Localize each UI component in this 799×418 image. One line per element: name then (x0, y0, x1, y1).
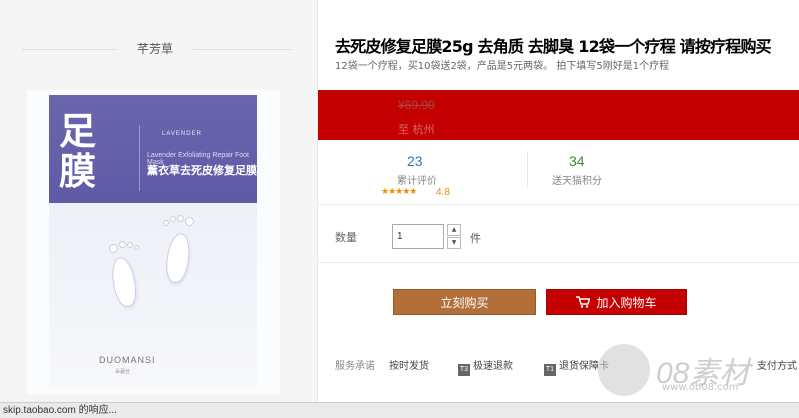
product-title: 去死皮修复足膜25g 去角质 去脚臭 12袋一个疗程 请按疗程购买 (335, 37, 772, 56)
toe-icon (185, 217, 194, 226)
review-label: 累计评价 (397, 176, 437, 187)
store-name[interactable]: 芊芳草 (117, 40, 193, 57)
toe-icon (109, 244, 118, 253)
toe-icon (127, 242, 133, 248)
rating-value: 4.8 (436, 187, 450, 198)
toe-icon (119, 241, 126, 248)
quantity-label: 数量 (335, 231, 357, 244)
package-brand: DUOMANSI (99, 355, 156, 365)
package-brand-cn: 朵蔓丝 (115, 369, 131, 375)
watermark-circle-icon (598, 344, 650, 396)
quantity-decrease-button[interactable]: ▼ (447, 237, 461, 249)
service-on-time-shipping[interactable]: 按时发货 (389, 357, 429, 372)
quantity-unit: 件 (470, 232, 481, 245)
store-name-divider-right (193, 49, 291, 50)
toe-icon (177, 215, 184, 222)
package-header: 足膜 LAVENDER Lavender Exfoliating Repair … (49, 95, 257, 203)
points-label: 送天猫积分 (552, 176, 602, 187)
toe-icon (170, 216, 176, 222)
cart-icon (576, 296, 591, 308)
section-divider (318, 262, 799, 263)
quantity-increase-button[interactable]: ▲ (447, 224, 461, 236)
t1-badge-icon: T1 (544, 364, 556, 376)
footprint-icon (163, 231, 193, 285)
points-count: 34 (569, 153, 585, 169)
add-to-cart-label: 加入购物车 (596, 296, 657, 310)
stats-divider (527, 151, 528, 187)
quantity-input[interactable] (392, 224, 444, 249)
product-subtitle: 12袋一个疗程，买10袋送2袋，产品是5元两袋。 拍下填写5刚好是1个疗程 (335, 61, 670, 72)
add-to-cart-button[interactable]: 加入购物车 (546, 289, 687, 315)
service-label: 服务承诺 (335, 361, 375, 372)
service-fast-refund[interactable]: T3 极速退款 (458, 357, 513, 376)
product-image[interactable]: 足膜 LAVENDER Lavender Exfoliating Repair … (27, 90, 280, 394)
package-footprint-area: DUOMANSI 朵蔓丝 (49, 203, 257, 389)
toe-icon (134, 245, 139, 250)
buy-now-button[interactable]: 立刻购买 (393, 289, 536, 315)
service-item-label: 按时发货 (389, 361, 429, 372)
watermark-logo: 08素材 www.ob08.com (596, 340, 796, 402)
t3-badge-icon: T3 (458, 364, 470, 376)
store-panel: 芊芳草 足膜 LAVENDER Lavender Exfoliating Rep… (0, 0, 318, 418)
watermark-domain: www.ob08.com (662, 382, 739, 393)
shipping-destination[interactable]: 至 杭州 (398, 121, 435, 137)
price-panel (318, 90, 799, 140)
package-title: 足膜 (59, 109, 96, 193)
review-count[interactable]: 23 (407, 153, 423, 169)
toe-icon (163, 220, 169, 226)
store-name-divider-left (22, 49, 117, 50)
product-stats: 23 累计评价 ★★★★★ 4.8 34 送天猫积分 (318, 145, 799, 205)
package-series: LAVENDER (162, 131, 202, 137)
footprint-icon (108, 255, 140, 309)
service-item-label: 极速退款 (473, 361, 513, 372)
package-name-cn: 薰衣草去死皮修复足膜 (147, 164, 257, 177)
rating-stars-icon: ★★★★★ (381, 187, 417, 197)
original-price: ¥69.90 (398, 98, 435, 112)
package-divider (139, 125, 140, 191)
browser-status-bar: skip.taobao.com 的响应... (0, 402, 799, 418)
